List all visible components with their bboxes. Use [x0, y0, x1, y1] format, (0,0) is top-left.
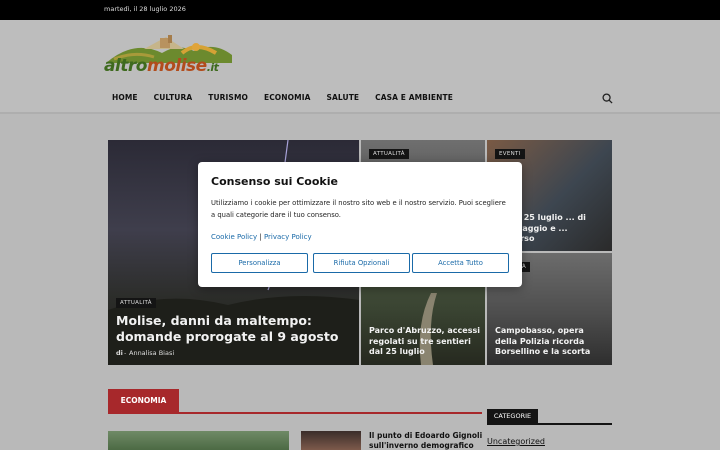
site-logo[interactable]: altromolise.it [104, 33, 234, 81]
author-name[interactable]: Annalisa Biasi [129, 349, 174, 357]
nav-item-economia[interactable]: ECONOMIA [264, 93, 311, 105]
sidebar-divider [487, 423, 612, 425]
hero-main-title[interactable]: Molise, danni da maltempo: domande proro… [116, 313, 351, 345]
article-title[interactable]: Il punto di Edoardo Gignoli sull'inverno… [369, 431, 484, 450]
nav-item-salute[interactable]: SALUTE [327, 93, 360, 105]
category-link[interactable]: Uncategorized [487, 437, 545, 446]
nav-item-turismo[interactable]: TURISMO [208, 93, 248, 105]
section-tag-economia[interactable]: ECONOMIA [108, 389, 179, 413]
search-icon[interactable] [602, 93, 613, 104]
logo-text-part1: altro [104, 56, 148, 76]
main-nav: HOME CULTURA TURISMO ECONOMIA SALUTE CAS… [104, 93, 461, 105]
category-badge[interactable]: EVENTI [495, 149, 525, 159]
accept-all-button[interactable]: Accetta Tutto [412, 253, 509, 273]
author-dash: - [124, 349, 127, 357]
privacy-policy-link[interactable]: Privacy Policy [264, 233, 312, 241]
category-badge[interactable]: ATTUALITÀ [369, 149, 409, 159]
category-badge[interactable]: ATTUALITÀ [116, 298, 156, 308]
logo-text-part3: .it [206, 61, 219, 74]
link-separator: | [259, 233, 262, 241]
cookie-policy-link[interactable]: Cookie Policy [211, 233, 257, 241]
article-thumbnail[interactable] [301, 431, 361, 450]
current-date: martedì, il 28 luglio 2026 [104, 5, 186, 13]
cookie-consent-dialog: Consenso sui Cookie Utilizziamo i cookie… [198, 162, 522, 287]
article-thumbnail[interactable] [108, 431, 289, 450]
header-divider [0, 112, 720, 114]
section-divider [108, 412, 482, 414]
hero-article-5-title[interactable]: Campobasso, opera della Polizia ricorda … [495, 326, 607, 358]
dialog-title: Consenso sui Cookie [211, 175, 338, 188]
policy-links: Cookie Policy | Privacy Policy [211, 233, 312, 241]
nav-item-home[interactable]: HOME [112, 93, 138, 105]
nav-item-casa-ambiente[interactable]: CASA E AMBIENTE [375, 93, 453, 105]
customize-button[interactable]: Personalizza [211, 253, 308, 273]
hero-article-4-title[interactable]: Parco d'Abruzzo, accessi regolati su tre… [369, 326, 481, 358]
nav-item-cultura[interactable]: CULTURA [154, 93, 193, 105]
byline-prefix: di [116, 349, 123, 357]
logo-text-part2: molise [147, 56, 207, 76]
top-bar: martedì, il 28 luglio 2026 [0, 0, 720, 20]
reject-optional-button[interactable]: Rifiuta Opzionali [313, 253, 410, 273]
dialog-text: Utilizziamo i cookie per ottimizzare il … [211, 199, 506, 219]
sidebar-heading: CATEGORIE [487, 409, 538, 424]
